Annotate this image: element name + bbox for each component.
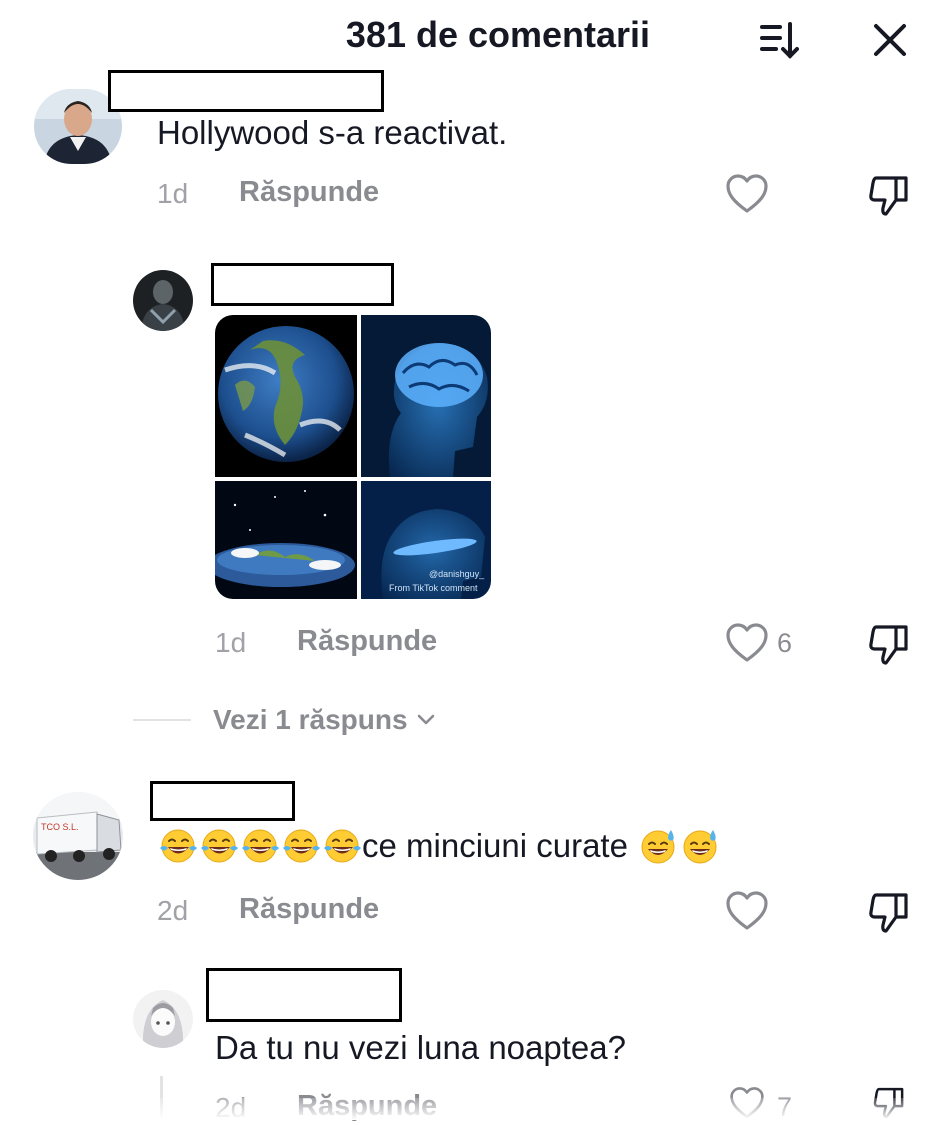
like-icon[interactable] [725,622,769,669]
watermark-source: From TikTok comment [389,583,478,593]
like-icon[interactable] [725,173,769,220]
username-redacted[interactable] [206,968,402,1022]
chevron-down-icon [417,714,434,725]
like-icon[interactable] [725,890,769,937]
laughing-emoji-group [157,826,362,866]
avatar[interactable] [133,990,193,1048]
like-count: 6 [777,628,793,658]
svg-text:TCO S.L.: TCO S.L. [41,822,79,832]
avatar[interactable]: TCO S.L. [33,792,123,880]
sort-icon[interactable] [748,10,808,70]
comment-text: Hollywood s-a reactivat. [157,114,508,151]
reply-button[interactable]: Răspunde [239,893,379,926]
watermark-user: @danishguy_ [429,569,485,579]
view-replies-button[interactable]: Vezi 1 răspuns [213,704,436,736]
reply-button[interactable]: Răspunde [239,176,379,209]
dislike-icon[interactable] [866,891,912,940]
sweat-smile-emoji-group [638,826,722,866]
divider [133,719,191,721]
username-redacted[interactable] [108,70,384,112]
comment-time: 2d [157,895,189,926]
dislike-icon[interactable] [866,174,912,223]
bottom-fade [0,1098,945,1120]
username-redacted[interactable] [150,781,295,821]
avatar[interactable] [133,270,193,331]
comment-text: Da tu nu vezi luna noaptea? [215,1029,626,1066]
comment-image[interactable]: @danishguy_ From TikTok comment [215,315,491,599]
reply-button[interactable]: Răspunde [297,625,437,658]
comment-text: ce minciuni curate [362,827,628,864]
comment-time: 1d [215,627,247,658]
dislike-icon[interactable] [866,623,912,672]
comment-text-row: ce minciuni curate [157,826,722,866]
comment-time: 1d [157,178,189,209]
view-replies-label: Vezi 1 răspuns [213,704,408,735]
username-redacted[interactable] [211,263,394,306]
close-icon[interactable] [860,10,920,70]
